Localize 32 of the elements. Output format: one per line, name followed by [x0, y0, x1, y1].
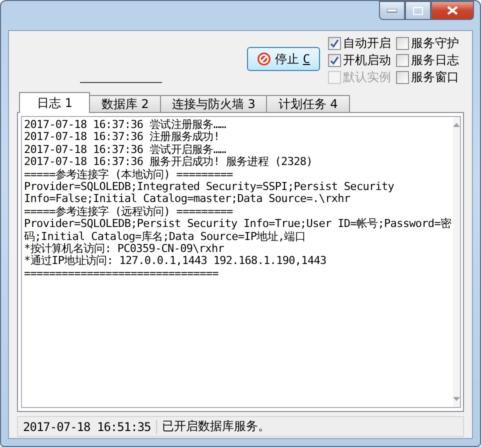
status-time: 2017-07-18 16:51:35: [18, 420, 157, 434]
log-line: 2017-07-18 16:37:36 尝试注册服务……: [24, 119, 227, 131]
log-line: ===============================: [24, 268, 220, 280]
minimize-icon: [387, 8, 397, 12]
log-line: 2017-07-18 16:37:36 注册服务成功!: [24, 131, 221, 144]
tab[interactable]: 数据库 2: [89, 95, 161, 113]
log-line: 2017-07-18 16:37:36 服务开启成功! 服务进程 (2328): [24, 156, 314, 168]
tab[interactable]: 连接与防火墙 3: [160, 95, 268, 113]
close-icon: [447, 6, 458, 15]
option-checkbox[interactable]: 服务日志: [396, 53, 464, 68]
log-line: Provider=SQLOLEDB;Integrated Security=SSPI;Persist Security: [24, 181, 396, 194]
option-checkbox[interactable]: 服务窗口: [396, 70, 464, 85]
log-line: =====参考连接字 (本地访问) =========: [24, 168, 234, 182]
status-message: 已开启数据库服务。: [160, 418, 271, 435]
maximize-button[interactable]: [405, 1, 431, 20]
minimize-button[interactable]: [379, 1, 405, 20]
log-line: 码;Initial Catalog=库名;Data Source=IP地址,端口: [24, 230, 307, 243]
close-button[interactable]: [431, 1, 474, 20]
option-checkbox[interactable]: 服务守护: [396, 36, 464, 51]
log-line: 2017-07-18 16:37:36 尝试开启服务……: [24, 144, 227, 156]
tab[interactable]: 计划任务 4: [266, 95, 350, 113]
maximize-icon: [413, 6, 423, 14]
log-line: =====参考连接字 (远程访问) =========: [24, 206, 234, 218]
log-line: *通过IP地址访问: 127.0.0.1,1443 192.168.1.190,1443: [24, 255, 328, 268]
log-line: Provider=SQLOLEDB;Persist Security Info=True;User ID=帐号;Password=密: [24, 218, 452, 230]
log-line: Info=False;Initial Catalog=master;Data Source=.\rxhr: [24, 193, 350, 206]
log-line: *按计算机名访问: PC0359-CN-09\rxhr: [24, 243, 226, 256]
option-checkbox[interactable]: 自动开启: [328, 36, 396, 51]
tab[interactable]: 日志 1: [19, 92, 90, 113]
prohibited-icon: [256, 52, 271, 66]
stop-button[interactable]: 停止 C: [247, 47, 320, 71]
option-checkbox[interactable]: 开机启动: [328, 53, 396, 68]
